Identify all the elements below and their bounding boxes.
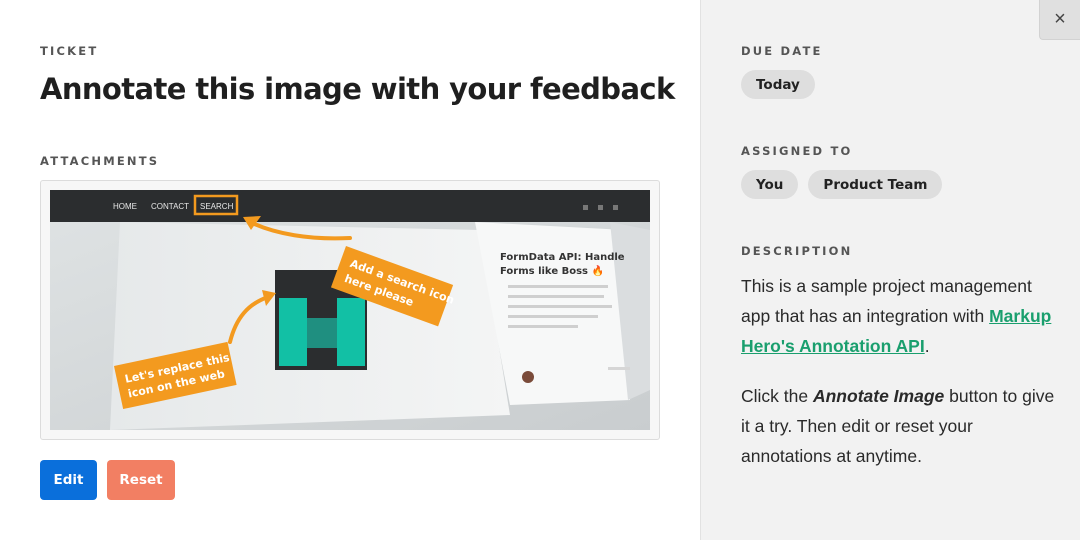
- attachments-label: ATTACHMENTS: [40, 154, 160, 168]
- attachment-thumbnail[interactable]: HOME CONTACT SEARCH FormData API: Handle: [40, 180, 660, 440]
- ticket-label: TICKET: [40, 44, 99, 58]
- attachment-image: HOME CONTACT SEARCH FormData API: Handle: [50, 190, 650, 430]
- assignee-chip: Product Team: [808, 170, 943, 199]
- description-label: DESCRIPTION: [741, 244, 853, 258]
- ticket-title: Annotate this image with your feedback: [40, 72, 675, 106]
- preview-card-heading-2: Forms like Boss 🔥: [500, 264, 604, 277]
- ticket-sidebar: × DUE DATE Today ASSIGNED TO You Product…: [700, 0, 1080, 540]
- close-icon: ×: [1054, 8, 1066, 30]
- description-paragraph-1: This is a sample project management app …: [741, 271, 1061, 361]
- assignee-chip: You: [741, 170, 799, 199]
- annotate-image-emphasis: Annotate Image: [812, 386, 945, 406]
- ticket-main-panel: TICKET Annotate this image with your fee…: [0, 0, 700, 540]
- edit-button[interactable]: Edit: [40, 460, 97, 500]
- preview-nav-search: SEARCH: [200, 202, 234, 211]
- description-text: Click the: [741, 386, 809, 406]
- reset-button[interactable]: Reset: [107, 460, 175, 500]
- description-text: .: [924, 336, 930, 356]
- due-date-label: DUE DATE: [741, 44, 823, 58]
- due-date-chip: Today: [741, 70, 815, 99]
- assigned-to-label: ASSIGNED TO: [741, 144, 853, 158]
- due-date-row: Today: [741, 70, 815, 99]
- preview-nav-contact: CONTACT: [151, 202, 189, 211]
- assignee-list: You Product Team: [741, 170, 943, 199]
- preview-card-heading-1: FormData API: Handle: [500, 252, 625, 263]
- preview-nav-home: HOME: [113, 202, 137, 211]
- description-paragraph-2: Click the Annotate Image button to give …: [741, 381, 1061, 471]
- close-button[interactable]: ×: [1039, 0, 1080, 40]
